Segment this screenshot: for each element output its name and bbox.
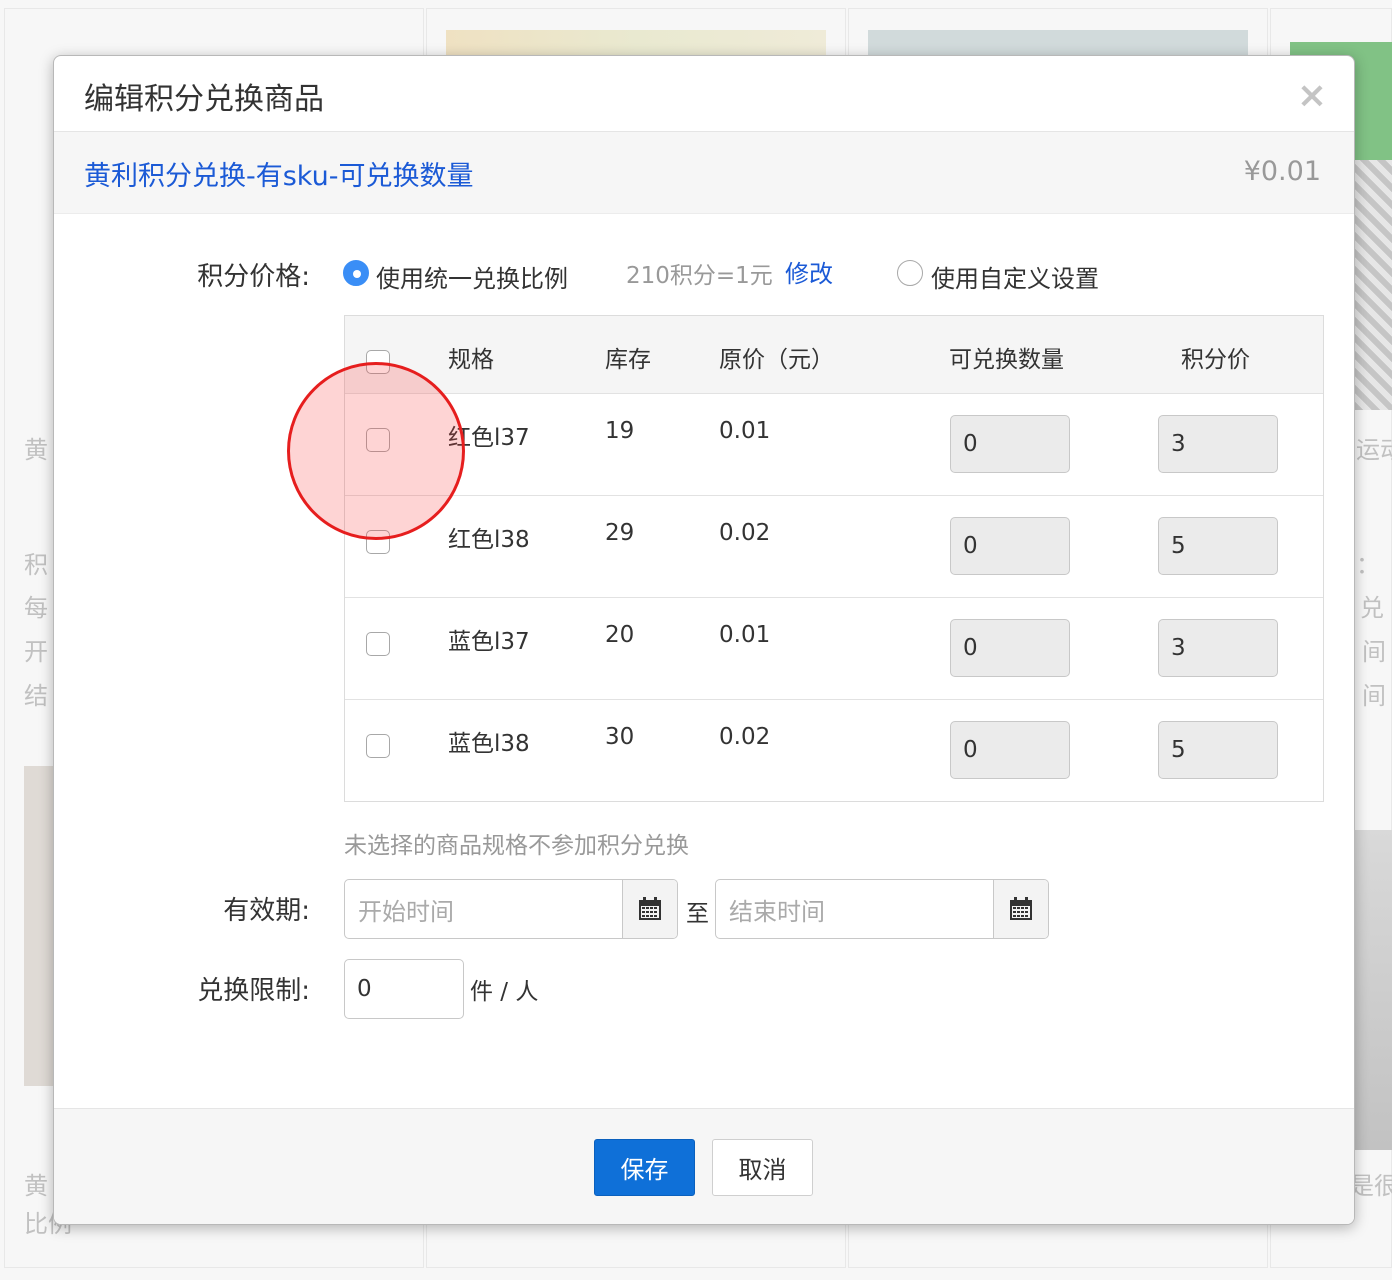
- row-points-input[interactable]: 5: [1158, 721, 1278, 779]
- row-checkbox[interactable]: [366, 632, 390, 656]
- row-spec: 蓝色l38: [448, 731, 530, 757]
- close-icon: ×: [1296, 75, 1328, 116]
- select-all-checkbox[interactable]: [366, 350, 390, 374]
- calendar-icon: [639, 897, 661, 920]
- row-spec: 红色l38: [448, 527, 530, 553]
- row-qty-input[interactable]: 0: [950, 721, 1070, 779]
- row-checkbox[interactable]: [366, 428, 390, 452]
- modify-ratio-link[interactable]: 修改: [785, 254, 833, 289]
- cancel-button[interactable]: 取消: [712, 1139, 813, 1196]
- row-points-input[interactable]: 3: [1158, 415, 1278, 473]
- validity-label: 有效期:: [223, 896, 310, 926]
- row-stock: 29: [605, 520, 635, 546]
- row-qty-input[interactable]: 0: [950, 619, 1070, 677]
- sku-table: 规格 库存 原价（元） 可兑换数量 积分价 红色l37 19 0.01 0 3 …: [344, 315, 1324, 802]
- exchange-limit-input[interactable]: 0: [344, 959, 464, 1019]
- close-button[interactable]: ×: [1296, 75, 1328, 116]
- table-row: 红色l37 19 0.01 0 3: [345, 394, 1323, 496]
- row-price: 0.02: [719, 724, 771, 750]
- product-price: ¥0.01: [1243, 156, 1321, 187]
- date-range-separator: 至: [686, 901, 709, 927]
- row-points-input[interactable]: 3: [1158, 619, 1278, 677]
- table-header: 规格 库存 原价（元） 可兑换数量 积分价: [345, 316, 1323, 394]
- header-points-price: 积分价: [1181, 347, 1250, 373]
- row-stock: 20: [605, 622, 635, 648]
- modal-footer: 保存 取消: [54, 1108, 1354, 1224]
- edit-points-product-dialog: 编辑积分兑换商品 × 黄利积分兑换-有sku-可兑换数量 ¥0.01 积分价格:…: [53, 55, 1355, 1225]
- product-info-bar: 黄利积分兑换-有sku-可兑换数量 ¥0.01: [54, 132, 1354, 214]
- table-row: 蓝色l38 30 0.02 0 5: [345, 700, 1323, 802]
- end-date-picker-button[interactable]: [993, 880, 1048, 938]
- header-stock: 库存: [605, 347, 651, 373]
- radio-custom-setting-label[interactable]: 使用自定义设置: [931, 259, 1099, 294]
- header-original-price: 原价（元）: [719, 347, 834, 373]
- row-stock: 19: [605, 418, 635, 444]
- row-qty-input[interactable]: 0: [950, 415, 1070, 473]
- modal-header: 编辑积分兑换商品 ×: [54, 56, 1354, 132]
- exchange-limit-unit: 件 / 人: [470, 979, 539, 1005]
- modal-title: 编辑积分兑换商品: [84, 82, 324, 117]
- table-row: 红色l38 29 0.02 0 5: [345, 496, 1323, 598]
- radio-unified-ratio[interactable]: [343, 260, 369, 286]
- header-exchangeable-qty: 可兑换数量: [949, 347, 1064, 373]
- table-row: 蓝色l37 20 0.01 0 3: [345, 598, 1323, 700]
- calendar-icon: [1010, 897, 1032, 920]
- save-button[interactable]: 保存: [594, 1139, 695, 1196]
- end-date-group: 结束时间: [715, 879, 1049, 939]
- row-price: 0.01: [719, 622, 771, 648]
- start-date-group: 开始时间: [344, 879, 678, 939]
- start-date-picker-button[interactable]: [622, 880, 677, 938]
- row-checkbox[interactable]: [366, 530, 390, 554]
- radio-custom-setting[interactable]: [897, 260, 923, 286]
- points-price-label: 积分价格:: [197, 262, 310, 292]
- radio-unified-ratio-label[interactable]: 使用统一兑换比例: [376, 259, 568, 294]
- exchange-limit-label: 兑换限制:: [197, 976, 310, 1006]
- exchange-ratio-text: 210积分=1元: [626, 263, 773, 289]
- row-checkbox[interactable]: [366, 734, 390, 758]
- end-date-input[interactable]: 结束时间: [716, 880, 994, 938]
- unselected-spec-hint: 未选择的商品规格不参加积分兑换: [344, 833, 689, 859]
- row-price: 0.02: [719, 520, 771, 546]
- row-points-input[interactable]: 5: [1158, 517, 1278, 575]
- header-spec: 规格: [448, 347, 494, 373]
- start-date-input[interactable]: 开始时间: [345, 880, 623, 938]
- row-qty-input[interactable]: 0: [950, 517, 1070, 575]
- row-spec: 红色l37: [448, 425, 530, 451]
- row-spec: 蓝色l37: [448, 629, 530, 655]
- row-price: 0.01: [719, 418, 771, 444]
- row-stock: 30: [605, 724, 635, 750]
- product-name-link[interactable]: 黄利积分兑换-有sku-可兑换数量: [84, 154, 473, 193]
